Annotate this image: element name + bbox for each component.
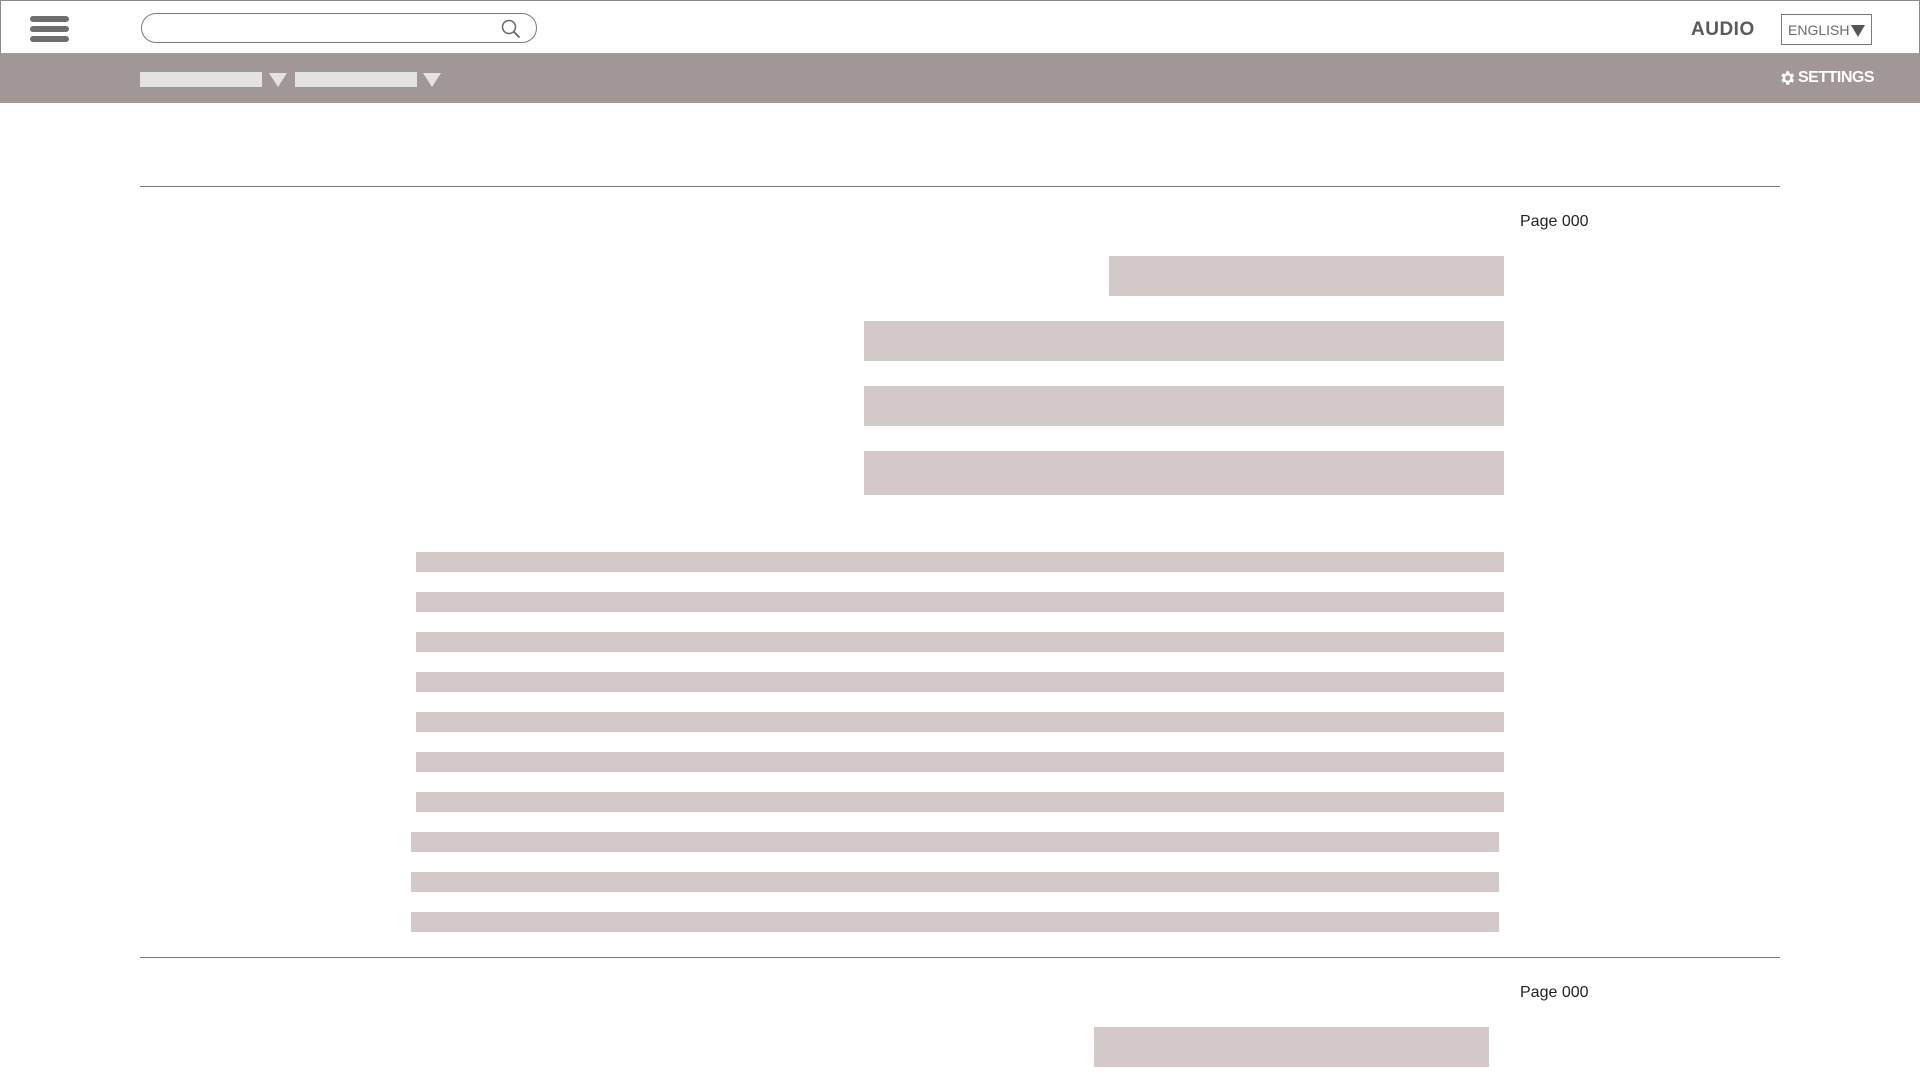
search-icon[interactable] xyxy=(500,18,522,40)
gear-icon xyxy=(1781,71,1795,85)
heading-placeholder xyxy=(864,321,1504,361)
text-line-placeholder xyxy=(411,872,1499,892)
top-header: AUDIO ENGLISH xyxy=(0,0,1920,54)
heading-placeholder xyxy=(1094,1027,1489,1067)
text-line-placeholder xyxy=(416,712,1504,732)
settings-button[interactable]: SETTINGS xyxy=(1778,68,1875,88)
dropdown-2[interactable] xyxy=(295,72,417,87)
text-line-placeholder xyxy=(411,912,1499,932)
language-select[interactable]: ENGLISH xyxy=(1781,14,1872,45)
text-line-placeholder xyxy=(416,752,1504,772)
search-input[interactable] xyxy=(156,18,500,40)
settings-label: SETTINGS xyxy=(1798,69,1875,86)
sub-toolbar: SETTINGS xyxy=(0,53,1920,103)
heading-placeholder xyxy=(864,386,1504,426)
page-number: Page 000 xyxy=(1520,213,1589,230)
page-divider xyxy=(140,957,1780,958)
triangle-down-icon[interactable] xyxy=(423,73,441,87)
dropdown-1[interactable] xyxy=(140,72,262,87)
heading-placeholder xyxy=(1109,256,1504,296)
text-line-placeholder xyxy=(416,592,1504,612)
text-line-placeholder xyxy=(416,792,1504,812)
triangle-down-icon[interactable] xyxy=(269,73,287,87)
text-line-placeholder xyxy=(416,672,1504,692)
page-number: Page 000 xyxy=(1520,984,1589,1001)
page-divider xyxy=(140,186,1780,187)
heading-placeholder xyxy=(864,451,1504,495)
hamburger-menu-icon[interactable] xyxy=(30,16,69,44)
text-line-placeholder xyxy=(416,632,1504,652)
audio-button[interactable]: AUDIO xyxy=(1691,19,1755,41)
chevron-down-icon xyxy=(1851,25,1865,37)
text-line-placeholder xyxy=(416,552,1504,572)
search-box[interactable] xyxy=(141,13,537,43)
text-line-placeholder xyxy=(411,832,1499,852)
language-selected-label: ENGLISH xyxy=(1788,22,1850,38)
